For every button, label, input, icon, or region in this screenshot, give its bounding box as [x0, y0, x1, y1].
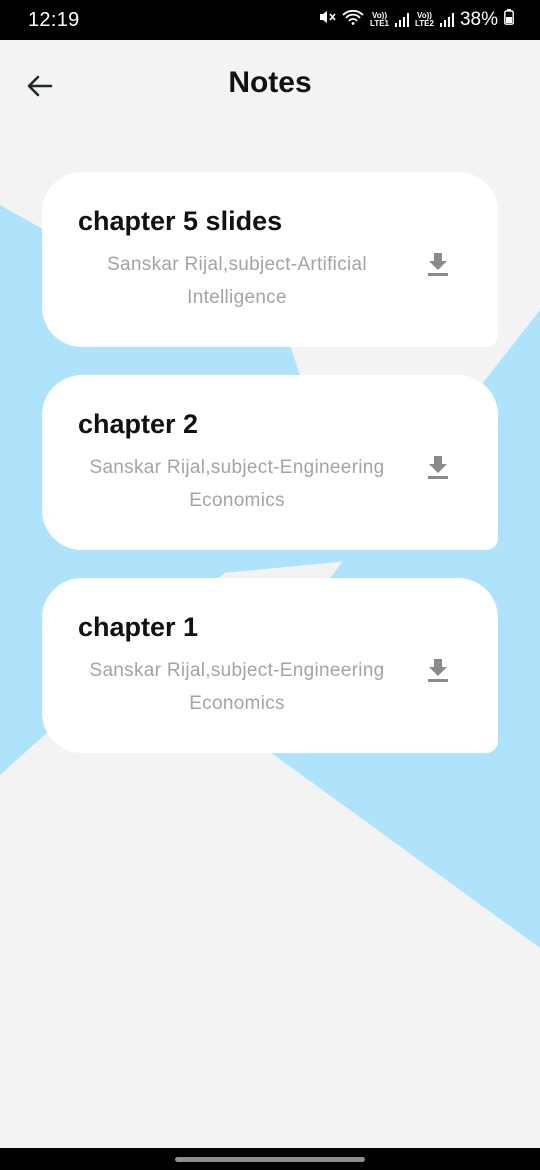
battery-percent: 38% — [459, 9, 498, 30]
app-bar: Notes — [0, 40, 540, 130]
battery-icon — [504, 9, 514, 31]
download-icon — [428, 659, 448, 682]
note-subtitle: Sanskar Rijal,subject-Artificial Intelli… — [107, 254, 367, 308]
note-title: chapter 5 slides — [78, 206, 283, 236]
home-gesture-handle[interactable] — [175, 1156, 365, 1162]
download-icon — [428, 253, 448, 276]
download-button[interactable] — [420, 246, 456, 282]
status-bar: 12:19 Vo)) LTE1 Vo)) LTE2 38% — [0, 0, 540, 40]
wifi-icon — [342, 9, 364, 31]
download-icon — [428, 456, 448, 479]
sim2-label: Vo)) LTE2 — [415, 11, 434, 28]
sim2-signal-icon — [439, 13, 454, 27]
sim1-label: Vo)) LTE1 — [370, 11, 389, 28]
mute-icon — [318, 9, 336, 31]
note-title: chapter 1 — [78, 612, 199, 642]
note-subtitle: Sanskar Rijal,subject-Engineering Econom… — [89, 457, 385, 511]
system-nav-bar — [0, 1148, 540, 1170]
page-title: Notes — [228, 66, 312, 99]
note-card[interactable]: chapter 1 Sanskar Rijal,subject-Engineer… — [42, 578, 498, 753]
status-time: 12:19 — [28, 8, 80, 31]
download-button[interactable] — [420, 652, 456, 688]
sim1-signal-icon — [395, 13, 409, 27]
note-subtitle: Sanskar Rijal,subject-Engineering Econom… — [89, 660, 385, 714]
note-card[interactable]: chapter 5 slides Sanskar Rijal,subject-A… — [42, 172, 498, 347]
status-icons: Vo)) LTE1 Vo)) LTE2 38% — [318, 9, 514, 31]
download-button[interactable] — [420, 449, 456, 485]
note-title: chapter 2 — [78, 409, 199, 439]
note-card[interactable]: chapter 2 Sanskar Rijal,subject-Engineer… — [42, 375, 498, 550]
